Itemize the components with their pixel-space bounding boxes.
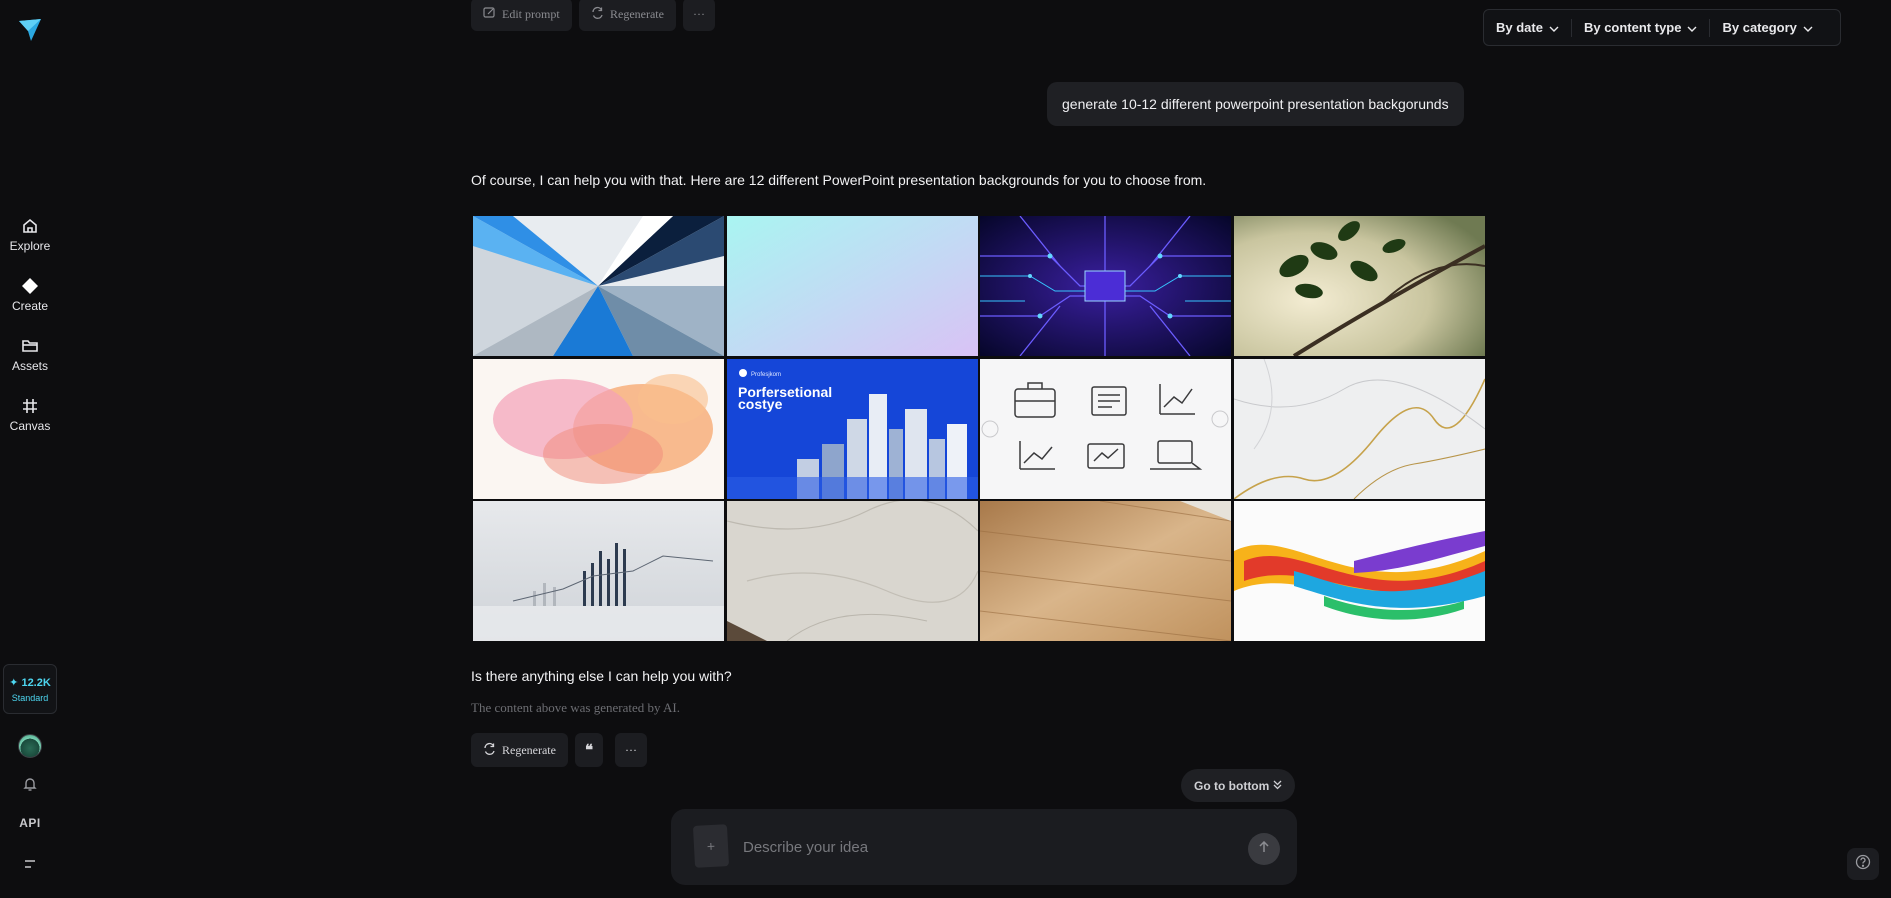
sidebar-item-create[interactable]: Create [0,276,60,324]
regenerate-label: Regenerate [502,742,556,757]
gallery-image[interactable] [473,501,724,641]
credits-badge[interactable]: ✦ 12.2K Standard [3,664,57,714]
sidebar-item-canvas[interactable]: Canvas [0,396,60,444]
filter-by-category[interactable]: By category [1710,10,1824,45]
filter-label: By category [1722,20,1797,35]
sidebar-item-assets[interactable]: Assets [0,336,60,384]
gallery-image[interactable]: Profesjkom Porfersetional costye [726,358,978,499]
gallery-image[interactable] [1233,501,1485,641]
sidebar: Explore Create Assets Canvas ✦ 12.2K Sta… [0,0,60,898]
gallery-image[interactable] [1233,216,1485,356]
send-button[interactable] [1248,833,1280,865]
go-to-bottom-button[interactable]: Go to bottom [1181,769,1296,802]
go-to-bottom-label: Go to bottom [1194,778,1270,793]
gallery-image[interactable] [473,216,724,356]
diamond-icon [20,276,40,296]
crop-icon [20,396,40,416]
sidebar-item-label: Canvas [9,419,51,433]
attach-image-button[interactable]: + [692,824,730,868]
filter-by-date[interactable]: By date [1484,10,1571,45]
edit-prompt-label: Edit prompt [502,7,560,21]
help-icon [1855,854,1871,875]
regenerate-label: Regenerate [610,7,664,21]
home-icon [20,216,40,236]
filter-label: By content type [1583,20,1682,35]
more-options-button[interactable]: ··· [615,733,647,767]
user-message: generate 10-12 different powerpoint pres… [1047,82,1464,126]
chevron-down-icon [1549,20,1559,35]
arrow-up-icon [1258,840,1270,858]
gallery-image[interactable] [1233,358,1485,499]
avatar[interactable] [18,734,42,758]
prompt-input[interactable] [743,831,1203,863]
prompt-composer: + [671,809,1297,885]
quote-icon: ❝ [585,742,594,759]
more-icon: ··· [625,742,637,757]
chevron-down-icon [1803,20,1813,35]
gallery-image[interactable] [980,501,1231,641]
gallery-image[interactable] [473,358,724,499]
menu-icon[interactable] [20,854,40,874]
more-options-button[interactable]: ··· [683,0,715,31]
filter-bar: By date By content type By category [1483,9,1841,46]
app-logo[interactable] [17,17,43,43]
regenerate-previous-button[interactable]: Regenerate [579,0,676,31]
sidebar-item-explore[interactable]: Explore [0,216,60,264]
gallery-image[interactable] [980,216,1231,356]
bell-icon[interactable] [20,774,40,794]
credits-amount: ✦ 12.2K [9,676,51,689]
assistant-followup: Is there anything else I can help you wi… [471,668,732,684]
more-icon: ··· [693,7,705,21]
image-gallery: Profesjkom Porfersetional costye [471,216,1485,641]
gallery-image[interactable] [726,501,978,641]
plan-tier: Standard [11,692,49,703]
refresh-icon [591,6,604,23]
gallery-image[interactable] [980,358,1231,499]
folder-icon [20,336,40,356]
api-link[interactable]: API [0,816,60,830]
regenerate-button[interactable]: Regenerate [471,733,568,767]
gallery-image[interactable] [726,216,978,356]
edit-icon [483,6,496,23]
assistant-reply: Of course, I can help you with that. Her… [471,172,1207,188]
sidebar-item-label: Create [11,299,49,313]
corporate-brand: Profesjkom [751,372,781,378]
refresh-icon [483,742,496,759]
corporate-title-line2: costye [738,396,783,412]
filter-label: By date [1496,20,1543,35]
filter-by-content-type[interactable]: By content type [1572,10,1710,45]
plus-icon: + [706,837,716,855]
edit-prompt-button[interactable]: Edit prompt [471,0,572,31]
quote-button[interactable]: ❝ [575,733,604,767]
chevron-down-icon [1687,20,1697,35]
ai-disclaimer: The content above was generated by AI. [471,700,681,715]
double-chevron-down-icon [1273,779,1282,793]
sidebar-item-label: Explore [9,239,51,253]
sidebar-item-label: Assets [11,359,48,373]
help-button[interactable] [1847,848,1879,880]
